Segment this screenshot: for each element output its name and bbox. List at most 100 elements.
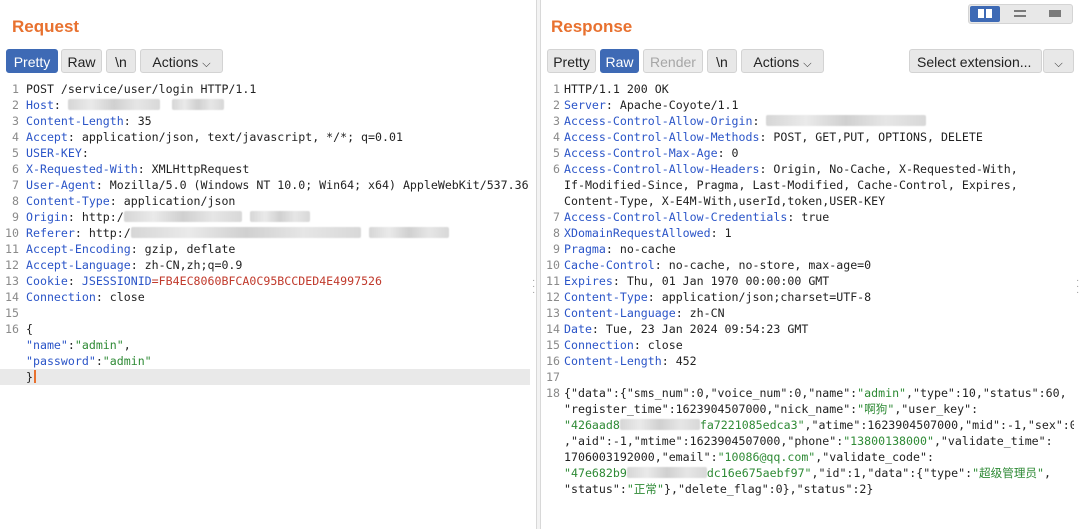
line-number: 3: [12, 114, 19, 128]
request-line: "name":"admin",: [0, 337, 530, 353]
line-number: 14: [5, 290, 19, 304]
header-name: Access-Control-Allow-Headers: [564, 162, 760, 176]
response-tab-render[interactable]: Render: [643, 49, 703, 73]
line-content: Access-Control-Allow-Methods: POST, GET,…: [564, 130, 983, 144]
line-content: "426aad8 fa7221085edca3","atime":16239045…: [564, 417, 1074, 433]
json-string: fa7221085edca3": [699, 418, 805, 432]
line-number: 7: [553, 210, 560, 224]
request-line: 2 Host:: [0, 97, 530, 113]
header-value: 35: [137, 114, 152, 128]
request-editor[interactable]: 1 POST /service/user/login HTTP/1.1 2 Host:…: [0, 80, 536, 529]
line-number: 2: [12, 98, 19, 112]
header-name: Expires: [564, 274, 613, 288]
header-value: Origin, No-Cache, X-Requested-With,: [773, 162, 1018, 176]
header-name: Access-Control-Allow-Methods: [564, 130, 760, 144]
request-line: 1 POST /service/user/login HTTP/1.1: [0, 81, 530, 97]
line-content: {: [26, 321, 530, 337]
json-text: ,"validate_code":: [815, 450, 934, 464]
response-line: 1706003192000,"email":"10086@qq.com","va…: [541, 449, 1074, 465]
response-tab-pretty[interactable]: Pretty: [547, 49, 596, 73]
redacted-text: [619, 419, 700, 430]
request-actions-label: Actions: [152, 54, 199, 70]
request-line: 7 User-Agent: Mozilla/5.0 (Windows NT 10.…: [0, 177, 530, 193]
line-content: X-Requested-With: XMLHttpRequest: [26, 162, 250, 176]
response-line: 7 Access-Control-Allow-Credentials: true: [541, 209, 1074, 225]
line-number: 13: [5, 274, 19, 288]
header-name: Pragma: [564, 242, 606, 256]
response-newline-toggle[interactable]: \n: [707, 49, 737, 73]
line-number: 15: [5, 306, 19, 320]
request-line: 12 Accept-Language: zh-CN,zh;q=0.9: [0, 257, 530, 273]
request-line: 13 Cookie: JSESSIONID=FB4EC8060BFCA0C95BC…: [0, 273, 530, 289]
json-text: },"delete_flag":0},"status":2}: [663, 482, 874, 496]
header-name: Server: [564, 98, 606, 112]
drag-handle-icon[interactable]: · · ·: [1076, 276, 1080, 298]
header-name: Access-Control-Allow-Credentials: [564, 210, 788, 224]
response-editor[interactable]: 1 HTTP/1.1 200 OK 2 Server: Apache-Coyote/1…: [541, 80, 1080, 529]
line-content: Content-Length: 452: [564, 354, 697, 368]
header-value: Tue, 23 Jan 2024 09:54:23 GMT: [605, 322, 809, 336]
request-tab-raw[interactable]: Raw: [61, 49, 102, 73]
json-string: dc16e675aebf97": [706, 466, 812, 480]
header-value: http:/: [88, 226, 131, 240]
header-name: Accept-Language: [26, 258, 131, 272]
layout-switch: [968, 4, 1073, 24]
line-content: Content-Length: 35: [26, 114, 152, 128]
request-tab-pretty[interactable]: Pretty: [6, 49, 58, 73]
request-line: 8 Content-Type: application/json: [0, 193, 530, 209]
layout-tabs-button[interactable]: [1040, 6, 1070, 22]
response-line: 3 Access-Control-Allow-Origin:: [541, 113, 1074, 129]
redacted-text: [766, 115, 927, 126]
layout-stacked-button[interactable]: [1005, 6, 1035, 22]
select-extension-chevron-button[interactable]: ⌵: [1043, 49, 1074, 73]
code-text: POST /service/user/login HTTP/1.1: [26, 82, 257, 96]
line-number: 14: [546, 322, 560, 336]
response-line: 15 Connection: close: [541, 337, 1074, 353]
json-string: "超级管理员": [972, 466, 1045, 480]
line-number: 15: [546, 338, 560, 352]
line-content: Content-Language: zh-CN: [564, 306, 725, 320]
select-extension-dropdown[interactable]: Select extension...: [909, 49, 1042, 73]
response-line: 16 Content-Length: 452: [541, 353, 1074, 369]
json-string: "啊狗": [857, 402, 895, 416]
line-content: Access-Control-Allow-Headers: Origin, No…: [564, 162, 1018, 176]
request-actions-button[interactable]: Actions ⌵: [140, 49, 223, 73]
json-text: ,"aid":-1,"mtime":1623904507000,"phone":: [564, 434, 844, 448]
request-line: 6 X-Requested-With: XMLHttpRequest: [0, 161, 530, 177]
line-number: 11: [5, 242, 19, 256]
line-number: 4: [553, 130, 560, 144]
json-text: ,"atime":1623904507000,"mid":-1,"sex":0: [804, 418, 1074, 432]
json-string: "admin": [857, 386, 907, 400]
line-content: Accept: application/json, text/javascrip…: [26, 130, 403, 144]
line-content: Connection: close: [564, 338, 683, 352]
response-tab-raw[interactable]: Raw: [600, 49, 639, 73]
layout-side-by-side-button[interactable]: [970, 6, 1000, 22]
header-name: Content-Length: [26, 114, 124, 128]
request-newline-toggle[interactable]: \n: [106, 49, 136, 73]
code-text: {: [26, 322, 33, 336]
redacted-text: [123, 211, 242, 222]
line-number: 11: [546, 274, 560, 288]
text-caret: [33, 370, 36, 383]
line-number: 13: [546, 306, 560, 320]
line-number: 12: [5, 258, 19, 272]
response-line: 14 Date: Tue, 23 Jan 2024 09:54:23 GMT: [541, 321, 1074, 337]
header-name: Content-Type: [564, 290, 648, 304]
line-content: Connection: close: [26, 290, 145, 304]
redacted-text: [171, 99, 224, 110]
json-text: {"data":{"sms_num":0,"voice_num":0,"name…: [564, 386, 858, 400]
response-line: 4 Access-Control-Allow-Methods: POST, GET…: [541, 129, 1074, 145]
response-line: If-Modified-Since, Pragma, Last-Modified…: [541, 177, 1074, 193]
header-name: Cookie: [26, 274, 68, 288]
line-number: 10: [5, 226, 19, 240]
json-text: ,: [1044, 466, 1051, 480]
header-value: zh-CN: [689, 306, 725, 320]
response-actions-button[interactable]: Actions ⌵: [741, 49, 824, 73]
request-line: 15: [0, 305, 530, 321]
line-number: 1: [12, 82, 19, 96]
response-line: 11 Expires: Thu, 01 Jan 1970 00:00:00 GMT: [541, 273, 1074, 289]
header-value: Apache-Coyote/1.1: [619, 98, 739, 112]
line-content: Accept-Language: zh-CN,zh;q=0.9: [26, 258, 243, 272]
header-value: close: [109, 290, 145, 304]
chevron-down-icon: ⌵: [202, 58, 211, 70]
